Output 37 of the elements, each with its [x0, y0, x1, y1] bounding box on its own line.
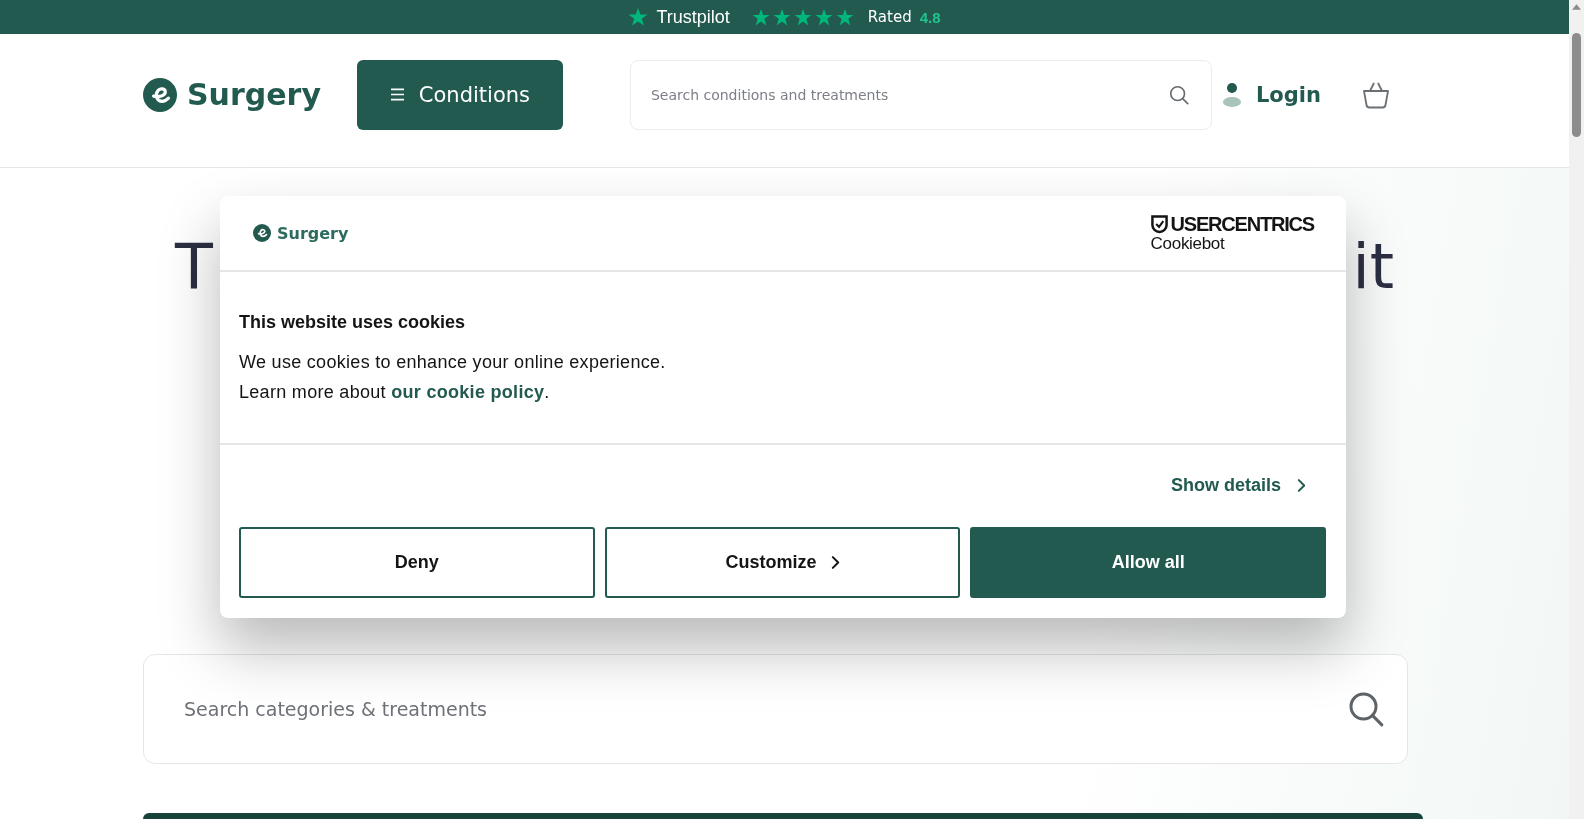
vendor-product-text: Cookiebot	[1150, 235, 1226, 253]
chevron-icon	[830, 555, 840, 570]
search-field[interactable]: Search categories & treatments	[143, 654, 1408, 764]
scrollbar[interactable]	[1569, 0, 1584, 819]
conditions-menu-button[interactable]: Conditions	[356, 59, 563, 130]
deny-button[interactable]: Deny	[239, 527, 595, 598]
menu-icon	[389, 88, 405, 101]
search-field[interactable]: Search conditions and treatments	[629, 59, 1212, 130]
star-icon	[751, 8, 770, 26]
logo-text: Surgery	[277, 223, 349, 243]
shield-check-icon	[1150, 214, 1168, 234]
show-details-link[interactable]: Show details	[1170, 475, 1306, 496]
star-icon	[628, 7, 649, 27]
scrollbar-thumb[interactable]	[1572, 33, 1581, 137]
logo-text[interactable]: Surgery	[187, 77, 321, 112]
star-icon	[793, 8, 812, 26]
star-icon	[835, 8, 854, 26]
trustpilot-brand: Trustpilot	[656, 6, 730, 28]
dialog-title: This website uses cookies	[239, 312, 467, 333]
search-icon[interactable]	[1167, 83, 1190, 106]
star-icon	[772, 8, 791, 26]
allow-all-button[interactable]: Allow all	[970, 527, 1326, 598]
scroll-up-icon[interactable]	[1572, 4, 1581, 10]
rating-value: 4.8	[919, 8, 941, 26]
rating-label: Rated	[867, 8, 912, 26]
logo-icon	[253, 224, 271, 242]
cookie-message: We use cookies to enhance your online experience. Learn more about our cookie policy.	[239, 351, 667, 404]
customize-button[interactable]: Customize	[604, 527, 961, 598]
page-heading: it	[1352, 230, 1394, 303]
chevron-icon	[1297, 478, 1306, 493]
page-heading: T	[175, 230, 213, 303]
user-icon	[1221, 81, 1242, 108]
star-icon	[814, 8, 833, 26]
login-link[interactable]: Login	[1221, 81, 1321, 108]
cookie-policy-link[interactable]: our cookie policy	[391, 382, 545, 402]
vendor-logo-text: USERCENTRICS	[1170, 213, 1314, 235]
logo-icon	[143, 77, 177, 112]
